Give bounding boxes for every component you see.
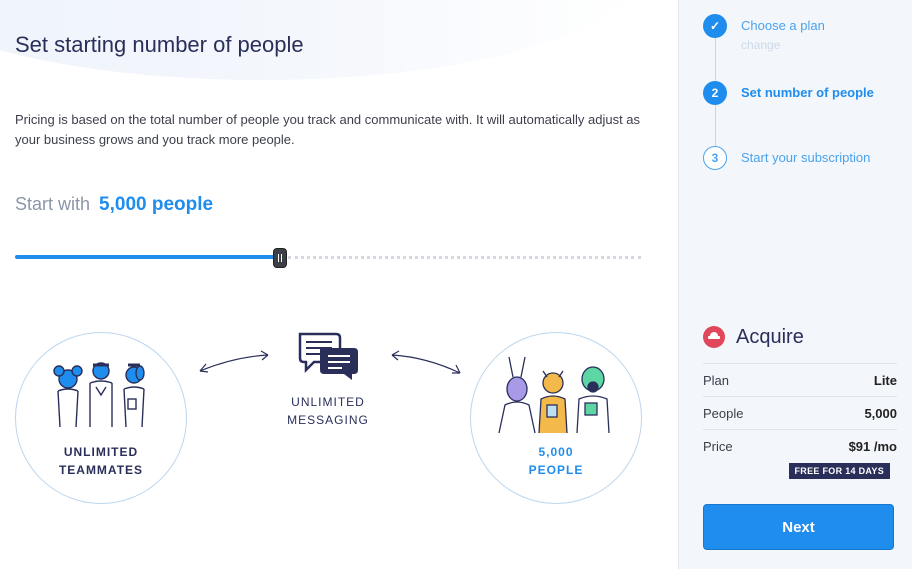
- checkmark-icon: ✓: [703, 14, 727, 38]
- plan-summary-table: Plan Lite People 5,000 Price $91 /mo: [703, 363, 897, 462]
- teammates-illustration-icon: [53, 362, 145, 428]
- teammates-label: UNLIMITED TEAMMATES: [16, 443, 186, 479]
- step-number-badge: 2: [703, 81, 727, 105]
- free-trial-badge: FREE FOR 14 DAYS: [788, 463, 890, 479]
- messaging-label: UNLIMITED MESSAGING: [278, 393, 378, 429]
- summary-key: Plan: [703, 373, 730, 388]
- summary-value: 5,000: [864, 406, 897, 421]
- teammates-label-line2: TEAMMATES: [58, 463, 144, 477]
- chat-bubbles-icon: [298, 332, 358, 380]
- summary-key: People: [703, 406, 744, 421]
- left-double-arrow-icon: [199, 350, 269, 373]
- people-label-line2: PEOPLE: [528, 463, 584, 477]
- summary-value: $91 /mo: [848, 439, 897, 454]
- step-number-badge: 3: [703, 146, 727, 170]
- start-label: Start with: [15, 194, 91, 214]
- steps-connector: [715, 105, 716, 147]
- summary-row-price: Price $91 /mo: [703, 430, 897, 462]
- summary-key: Price: [703, 439, 733, 454]
- people-label: 5,000 PEOPLE: [471, 443, 641, 479]
- product-name: Acquire: [736, 326, 804, 348]
- right-double-arrow-icon: [391, 350, 461, 374]
- next-button[interactable]: Next: [703, 504, 894, 550]
- slider-handle[interactable]: [274, 249, 286, 267]
- messaging-label-line2: MESSAGING: [287, 413, 369, 427]
- change-plan-link[interactable]: change: [741, 38, 780, 52]
- step-label: Start your subscription: [741, 150, 871, 165]
- messaging-block: UNLIMITED MESSAGING: [278, 330, 378, 429]
- people-label-line1: 5,000: [538, 445, 574, 459]
- messaging-label-line1: UNLIMITED: [291, 395, 365, 409]
- page-title: Set starting number of people: [15, 32, 304, 57]
- step-label: Choose a plan: [741, 18, 825, 33]
- people-illustration-icon: [498, 356, 610, 433]
- teammates-label-line1: UNLIMITED: [63, 445, 139, 459]
- main-panel: Set starting number of people Pricing is…: [0, 0, 678, 569]
- people-circle: 5,000 PEOPLE: [470, 332, 642, 504]
- slider-track-remaining: [288, 256, 641, 259]
- people-slider[interactable]: [15, 248, 641, 268]
- checkout-sidebar: ✓ Choose a plan change 2 Set number of p…: [678, 0, 912, 569]
- start-with-row: Start with 5,000 people: [15, 194, 213, 216]
- slider-track-fill: [15, 255, 280, 259]
- summary-value: Lite: [873, 373, 897, 388]
- people-count: 5,000 people: [99, 194, 214, 215]
- teammates-circle: UNLIMITED TEAMMATES: [15, 332, 187, 504]
- pricing-description: Pricing is based on the total number of …: [15, 112, 641, 147]
- acquire-product-icon: [703, 326, 725, 348]
- summary-row-plan: Plan Lite: [703, 364, 897, 397]
- summary-row-people: People 5,000: [703, 397, 897, 430]
- steps-connector: [715, 38, 716, 82]
- step-label: Set number of people: [741, 85, 874, 100]
